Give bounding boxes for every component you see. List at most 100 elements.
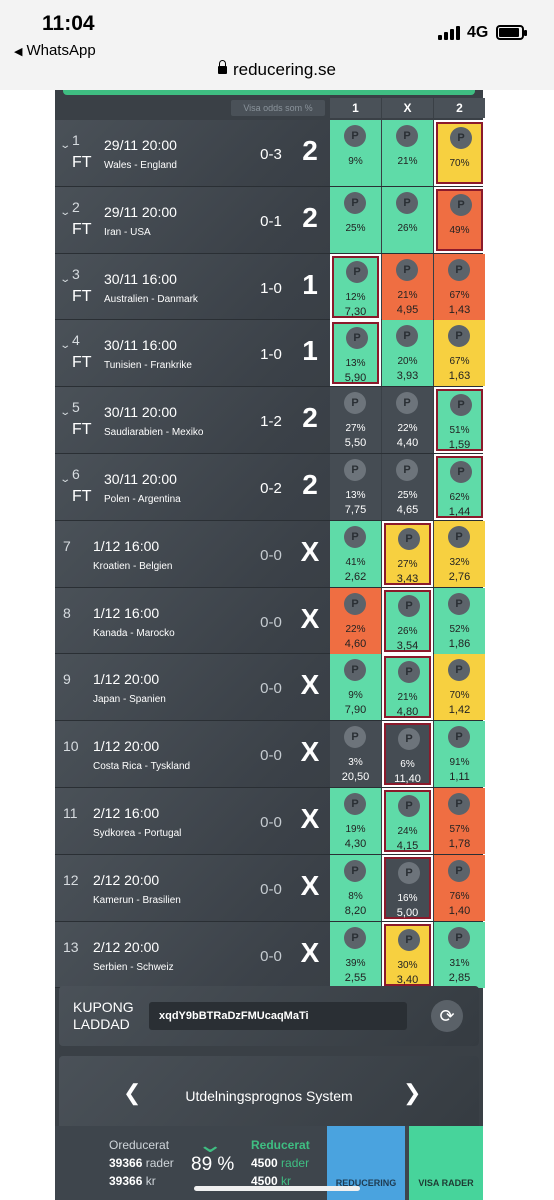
match-row[interactable]: 13 2/12 20:00 Serbien - Schweiz 0-0 X P 39% … xyxy=(55,921,485,989)
pick-cell-2[interactable]: P 57% 1,78 xyxy=(434,787,485,854)
pick-cell-2[interactable]: P 51% 1,59 xyxy=(434,387,485,454)
pick-cell-1[interactable]: P 13% 5,90 xyxy=(330,320,381,387)
match-score: 1-2 xyxy=(260,413,282,431)
pick-cell-2[interactable]: P 32% 2,76 xyxy=(434,520,485,587)
match-number: 2 xyxy=(72,198,80,215)
match-teams: Iran - USA xyxy=(104,226,151,238)
refresh-icon[interactable]: ⟳ xyxy=(431,1000,463,1032)
pick-cell-x[interactable]: P 6% 11,40 xyxy=(382,721,433,788)
match-teams: Australien - Danmark xyxy=(104,293,198,305)
pick-odds: 1,43 xyxy=(448,303,471,316)
expand-chevron-icon[interactable]: ⌄ xyxy=(59,340,71,351)
pick-percent: 91% xyxy=(449,757,470,769)
match-teams: Kanada - Marocko xyxy=(93,627,175,639)
pick-cell-2[interactable]: P 52% 1,86 xyxy=(434,587,485,654)
match-datetime: 1/12 20:00 xyxy=(93,738,160,755)
pick-cell-x[interactable]: P 21% 4,80 xyxy=(382,654,433,721)
visa-rader-button[interactable]: VISA RADER xyxy=(409,1126,483,1200)
expand-chevron-icon[interactable]: ⌄ xyxy=(59,407,71,418)
pick-cell-2[interactable]: P 70% xyxy=(434,120,485,186)
match-row[interactable]: 8 1/12 16:00 Kanada - Marocko 0-0 X P 22% 4,… xyxy=(55,587,485,655)
pick-cell-1[interactable]: P 27% 5,50 xyxy=(330,387,381,454)
pick-cell-x[interactable]: P 26% xyxy=(382,186,433,253)
pick-cell-2[interactable]: P 31% 2,85 xyxy=(434,921,485,988)
pick-cell-x[interactable]: P 30% 3,40 xyxy=(382,921,433,988)
full-time-label: FT xyxy=(72,421,92,439)
match-row[interactable]: ⌄ 4 FT 30/11 16:00 Tunisien - Frankrike 1-0 1 … xyxy=(55,320,485,388)
pick-cell-1[interactable]: P 22% 4,60 xyxy=(330,587,381,654)
match-row[interactable]: 7 1/12 16:00 Kroatien - Belgien 0-0 X P 41% … xyxy=(55,520,485,588)
pick-cell-2[interactable]: P 76% 1,40 xyxy=(434,854,485,921)
browser-chrome: 11:04 ◀ WhatsApp 4G reducering.se xyxy=(0,0,554,90)
match-row[interactable]: ⌄ 6 FT 30/11 20:00 Polen - Argentina 0-2 2 P 1… xyxy=(55,453,485,521)
match-row[interactable]: 11 2/12 16:00 Sydkorea - Portugal 0-0 X P 19… xyxy=(55,787,485,855)
pick-percent: 51% xyxy=(449,425,470,437)
match-teams: Polen - Argentina xyxy=(104,493,181,505)
match-row[interactable]: 12 2/12 20:00 Kamerun - Brasilien 0-0 X P 8%… xyxy=(55,854,485,922)
pick-cell-2[interactable]: P 49% xyxy=(434,186,485,253)
pick-cell-2[interactable]: P 62% 1,44 xyxy=(434,453,485,520)
pick-cell-1[interactable]: P 19% 4,30 xyxy=(330,787,381,854)
pick-percent: 27% xyxy=(345,423,366,435)
match-list: ⌄ 1 FT 29/11 20:00 Wales - England 0-3 2 P 9% … xyxy=(55,120,485,989)
back-to-app-link[interactable]: ◀ WhatsApp xyxy=(14,42,96,59)
pick-percent: 26% xyxy=(397,222,418,234)
pick-cell-1[interactable]: P 41% 2,62 xyxy=(330,520,381,587)
pick-odds: 20,50 xyxy=(341,771,370,784)
expand-chevron-icon[interactable]: ⌄ xyxy=(59,274,71,285)
match-score: 0-0 xyxy=(260,947,282,965)
match-datetime: 1/12 20:00 xyxy=(93,671,160,688)
match-row[interactable]: 10 1/12 20:00 Costa Rica - Tyskland 0-0 X P … xyxy=(55,721,485,788)
expand-chevron-icon[interactable]: ⌄ xyxy=(59,140,71,151)
pick-percent: 3% xyxy=(348,757,363,769)
pick-odds: 11,40 xyxy=(394,773,421,786)
pick-cell-x[interactable]: P 16% 5,00 xyxy=(382,854,433,921)
pick-cell-x[interactable]: P 20% 3,93 xyxy=(382,320,433,387)
match-result: X xyxy=(300,602,320,634)
pick-cell-1[interactable]: P 12% 7,30 xyxy=(330,253,381,320)
pick-cell-1[interactable]: P 9% 7,90 xyxy=(330,654,381,721)
pick-cell-1[interactable]: P 13% 7,75 xyxy=(330,453,381,520)
coupon-code-field[interactable]: xqdY9bBTRaDzFMUcaqMaTi xyxy=(149,1002,407,1030)
next-arrow-icon[interactable]: ❯ xyxy=(403,1080,421,1106)
p-marker-icon: P xyxy=(398,794,420,817)
pick-cell-x[interactable]: P 21% xyxy=(382,120,433,186)
pick-cell-1[interactable]: P 8% 8,20 xyxy=(330,854,381,921)
odds-percent-toggle[interactable]: Visa odds som % xyxy=(231,100,325,116)
match-row[interactable]: ⌄ 3 FT 30/11 16:00 Australien - Danmark 1-0 1 … xyxy=(55,253,485,321)
match-result: X xyxy=(300,669,320,701)
match-datetime: 2/12 20:00 xyxy=(93,938,160,955)
pick-percent: 19% xyxy=(345,823,366,835)
address-bar[interactable]: reducering.se xyxy=(0,60,554,80)
match-score: 0-2 xyxy=(260,479,282,497)
pick-cell-1[interactable]: P 25% xyxy=(330,186,381,253)
pick-cell-2[interactable]: P 67% 1,63 xyxy=(434,320,485,387)
p-marker-icon: P xyxy=(448,525,470,548)
pick-cell-1[interactable]: P 3% 20,50 xyxy=(330,721,381,788)
pick-cell-x[interactable]: P 24% 4,15 xyxy=(382,787,433,854)
pick-percent: 13% xyxy=(345,358,366,370)
pick-cell-2[interactable]: P 67% 1,43 xyxy=(434,253,485,320)
p-marker-icon: P xyxy=(344,926,366,949)
p-marker-icon: P xyxy=(448,792,470,815)
pick-cell-2[interactable]: P 91% 1,11 xyxy=(434,721,485,788)
pick-cell-x[interactable]: P 27% 3,43 xyxy=(382,520,433,587)
expand-chevron-icon[interactable]: ⌄ xyxy=(59,474,71,485)
pick-cell-x[interactable]: P 22% 4,40 xyxy=(382,387,433,454)
pick-cell-x[interactable]: P 21% 4,95 xyxy=(382,253,433,320)
match-teams: Kamerun - Brasilien xyxy=(93,894,181,906)
pick-cell-1[interactable]: P 9% xyxy=(330,120,381,186)
pick-cell-x[interactable]: P 26% 3,54 xyxy=(382,587,433,654)
pick-percent: 9% xyxy=(348,690,363,702)
match-row[interactable]: 9 1/12 20:00 Japan - Spanien 0-0 X P 9% 7,90… xyxy=(55,654,485,722)
pick-odds: 7,30 xyxy=(344,305,367,318)
expand-chevron-icon[interactable]: ⌄ xyxy=(59,207,71,218)
pick-cell-2[interactable]: P 70% 1,42 xyxy=(434,654,485,721)
match-row[interactable]: ⌄ 5 FT 30/11 20:00 Saudiarabien - Mexiko 1-2 2… xyxy=(55,387,485,454)
p-marker-icon: P xyxy=(344,726,366,749)
match-row[interactable]: ⌄ 2 FT 29/11 20:00 Iran - USA 0-1 2 P 25% P 26… xyxy=(55,186,485,254)
match-row[interactable]: ⌄ 1 FT 29/11 20:00 Wales - England 0-3 2 P 9% … xyxy=(55,120,485,187)
pick-cell-1[interactable]: P 39% 2,55 xyxy=(330,921,381,988)
match-number: 12 xyxy=(63,871,79,888)
pick-cell-x[interactable]: P 25% 4,65 xyxy=(382,453,433,520)
